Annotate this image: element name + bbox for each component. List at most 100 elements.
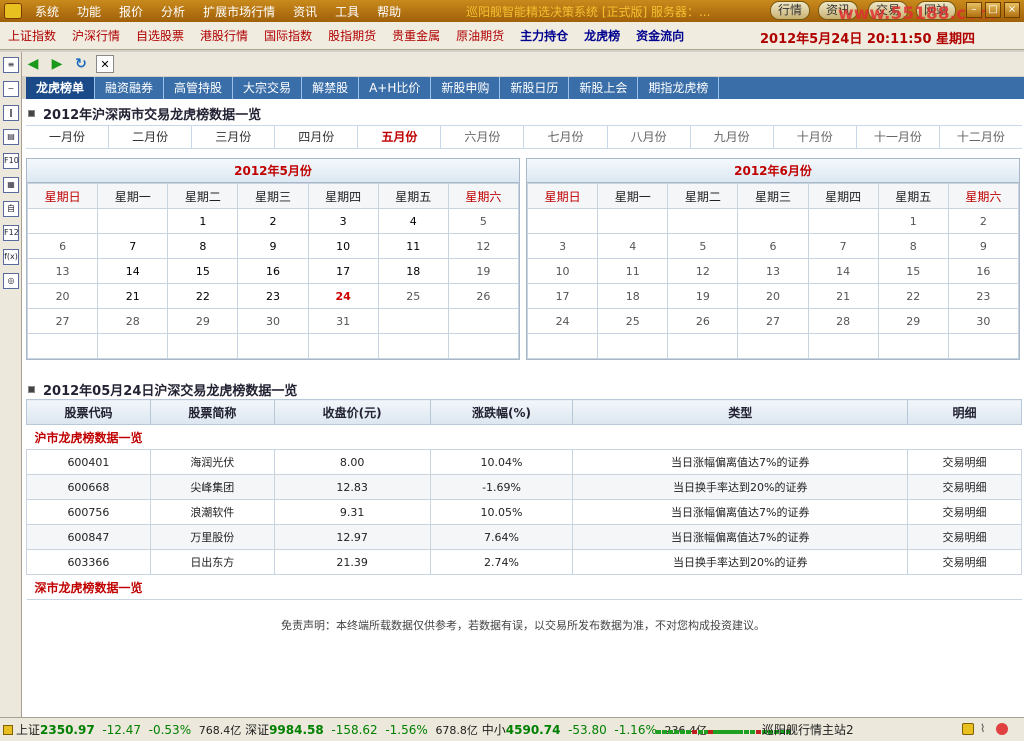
close-window-icon[interactable]: × — [1004, 2, 1020, 18]
calendar-day-cell[interactable]: 24 — [307, 283, 379, 309]
calendar-day-cell[interactable]: 10 — [526, 258, 599, 284]
tab-ipo-subscription[interactable]: 新股申购 — [431, 77, 501, 99]
month-10[interactable]: 十月份 — [774, 126, 857, 148]
calendar-day-cell[interactable]: 25 — [377, 283, 449, 309]
calendar-day-cell[interactable]: 15 — [877, 258, 949, 284]
nav-hs-quotes[interactable]: 沪深行情 — [72, 27, 120, 44]
calendar-day-cell[interactable]: 5 — [447, 208, 520, 234]
calendar-day-cell[interactable]: 14 — [97, 258, 169, 284]
calendar-day-cell[interactable]: 12 — [667, 258, 739, 284]
list-icon[interactable]: ≡ — [3, 57, 19, 73]
calendar-day-cell[interactable]: 6 — [26, 233, 99, 259]
calendar-day-cell[interactable]: 23 — [237, 283, 309, 309]
nav-watchlist[interactable]: 自选股票 — [136, 27, 184, 44]
month-8[interactable]: 八月份 — [608, 126, 691, 148]
month-6[interactable]: 六月份 — [441, 126, 525, 148]
menu-quote[interactable]: 报价 — [119, 3, 143, 20]
calendar-day-cell[interactable]: 19 — [447, 258, 520, 284]
calendar-day-cell[interactable]: 8 — [877, 233, 949, 259]
calendar-day-cell[interactable]: 1 — [877, 208, 949, 234]
calendar-day-cell[interactable]: 21 — [97, 283, 169, 309]
menu-analysis[interactable]: 分析 — [161, 3, 185, 20]
nav-precious-metals[interactable]: 贵重金属 — [392, 27, 440, 44]
lock-icon[interactable] — [962, 723, 974, 735]
calendar-day-cell[interactable]: 20 — [26, 283, 99, 309]
calendar-day-cell[interactable]: 13 — [737, 258, 809, 284]
calendar-day-cell[interactable]: 4 — [597, 233, 669, 259]
candle-icon[interactable]: ‖ — [3, 105, 19, 121]
calendar-day-cell[interactable]: 29 — [167, 308, 239, 334]
month-3[interactable]: 三月份 — [192, 126, 276, 148]
calendar-day-cell[interactable]: 17 — [526, 283, 599, 309]
calendar-day-cell[interactable]: 2 — [237, 208, 309, 234]
calendar-day-cell[interactable]: 4 — [377, 208, 449, 234]
menu-tools[interactable]: 工具 — [335, 3, 359, 20]
calendar-day-cell[interactable]: 5 — [667, 233, 739, 259]
tab-futures-dragon-tiger[interactable]: 期指龙虎榜 — [638, 77, 720, 99]
detail-link[interactable]: 交易明细 — [907, 449, 1022, 475]
table-row[interactable]: 600756 浪潮软件 9.31 10.05% 当日涨幅偏离值达7%的证券 交易明细 — [26, 499, 1022, 525]
calendar-day-cell[interactable]: 13 — [26, 258, 99, 284]
calendar-day-cell[interactable]: 9 — [947, 233, 1020, 259]
nav-hk-quotes[interactable]: 港股行情 — [200, 27, 248, 44]
calendar-day-cell[interactable]: 30 — [237, 308, 309, 334]
f10-icon[interactable]: F10 — [3, 153, 19, 169]
calendar-day-cell[interactable]: 24 — [526, 308, 599, 334]
calendar-day-cell[interactable]: 6 — [737, 233, 809, 259]
month-11[interactable]: 十一月份 — [857, 126, 940, 148]
calendar-day-cell[interactable]: 21 — [807, 283, 879, 309]
calendar-day-cell[interactable]: 10 — [307, 233, 379, 259]
calendar-day-cell[interactable]: 18 — [377, 258, 449, 284]
calendar-day-cell[interactable]: 9 — [237, 233, 309, 259]
table-row[interactable]: 603366 日出东方 21.39 2.74% 当日换手率达到20%的证券 交易明细 — [26, 549, 1022, 575]
calendar-day-cell[interactable]: 22 — [167, 283, 239, 309]
calendar-day-cell[interactable]: 29 — [877, 308, 949, 334]
refresh-icon[interactable]: ↻ — [72, 55, 90, 73]
nav-crude-futures[interactable]: 原油期货 — [456, 27, 504, 44]
calendar-day-cell[interactable]: 2 — [947, 208, 1020, 234]
month-12[interactable]: 十二月份 — [940, 126, 1022, 148]
menu-extended-market[interactable]: 扩展市场行情 — [203, 3, 275, 20]
tab-executive-holdings[interactable]: 高管持股 — [164, 77, 234, 99]
quote-button[interactable]: 行情 — [770, 1, 811, 20]
table-icon[interactable]: ▤ — [3, 129, 19, 145]
calendar-day-cell[interactable]: 30 — [947, 308, 1020, 334]
calendar-day-cell[interactable]: 1 — [167, 208, 239, 234]
menu-function[interactable]: 功能 — [77, 3, 101, 20]
calendar-day-cell[interactable]: 3 — [526, 233, 599, 259]
fx-icon[interactable]: f(x) — [3, 249, 19, 265]
table-row[interactable]: 600668 尖峰集团 12.83 -1.69% 当日换手率达到20%的证券 交易明细 — [26, 474, 1022, 500]
calendar-day-cell[interactable]: 7 — [807, 233, 879, 259]
tab-ipo-review[interactable]: 新股上会 — [569, 77, 639, 99]
calendar-day-cell[interactable]: 11 — [377, 233, 449, 259]
menu-news[interactable]: 资讯 — [293, 3, 317, 20]
tab-ipo-calendar[interactable]: 新股日历 — [500, 77, 570, 99]
month-2[interactable]: 二月份 — [109, 126, 193, 148]
calendar-day-cell[interactable]: 19 — [667, 283, 739, 309]
menu-system[interactable]: 系统 — [35, 3, 59, 20]
line-chart-icon[interactable]: ~ — [3, 81, 19, 97]
calendar-day-cell[interactable]: 28 — [807, 308, 879, 334]
tab-ah-ratio[interactable]: A+H比价 — [359, 77, 432, 99]
month-9[interactable]: 九月份 — [691, 126, 774, 148]
forward-arrow-icon[interactable]: ▶ — [48, 55, 66, 73]
f12-icon[interactable]: F12 — [3, 225, 19, 241]
calendar-day-cell[interactable]: 23 — [947, 283, 1020, 309]
calendar-day-cell[interactable]: 20 — [737, 283, 809, 309]
calendar-day-cell[interactable]: 8 — [167, 233, 239, 259]
month-4[interactable]: 四月份 — [275, 126, 359, 148]
detail-link[interactable]: 交易明细 — [907, 474, 1022, 500]
table-row[interactable]: 600401 海润光伏 8.00 10.04% 当日涨幅偏离值达7%的证券 交易明细 — [26, 449, 1022, 475]
table-row[interactable]: 600847 万里股份 12.97 7.64% 当日涨幅偏离值达7%的证券 交易明细 — [26, 524, 1022, 550]
nav-dragon-tiger[interactable]: 龙虎榜 — [584, 27, 620, 44]
calendar-day-cell[interactable]: 25 — [597, 308, 669, 334]
minimize-icon[interactable]: – — [966, 2, 982, 18]
nav-fund-flow[interactable]: 资金流向 — [636, 27, 684, 44]
calendar-day-cell[interactable]: 28 — [97, 308, 169, 334]
stop-icon[interactable]: ✕ — [96, 55, 114, 73]
calendar-day-cell[interactable]: 15 — [167, 258, 239, 284]
calendar-day-cell[interactable]: 7 — [97, 233, 169, 259]
calendar-day-cell[interactable]: 31 — [307, 308, 379, 334]
calendar-day-cell[interactable]: 12 — [447, 233, 520, 259]
calendar-day-cell[interactable]: 16 — [947, 258, 1020, 284]
